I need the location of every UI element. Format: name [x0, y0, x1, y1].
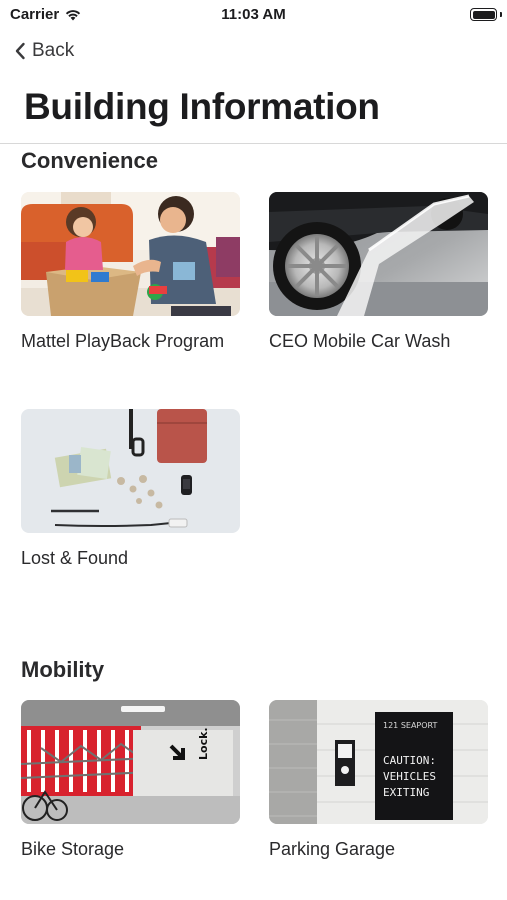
card-label: Lost & Found: [21, 548, 129, 568]
chevron-left-icon: [15, 42, 25, 60]
status-time: 11:03 AM: [221, 6, 286, 23]
lock-sign-text: Lock.: [197, 727, 210, 760]
card-ceo-car-wash[interactable]: CEO Mobile Car Wash: [269, 192, 488, 353]
card-parking-garage[interactable]: 121 SEAPORT CAUTION: VEHICLES EXITING Pa…: [269, 700, 488, 861]
card-lost-found[interactable]: Lost & Found: [21, 409, 240, 570]
bike-storage-image: Lock.: [21, 700, 240, 824]
status-bar: Carrier 11:03 AM: [0, 0, 507, 30]
battery-icon: [470, 8, 497, 21]
back-label: Back: [32, 40, 75, 61]
parking-garage-image: 121 SEAPORT CAUTION: VEHICLES EXITING: [269, 700, 488, 824]
page-title: Building Information: [24, 86, 380, 127]
garage-sign-line-1: CAUTION:: [383, 754, 436, 767]
garage-sign-brand: 121 SEAPORT: [383, 721, 438, 730]
header-divider: [0, 143, 507, 144]
garage-sign-line-3: EXITING: [383, 786, 429, 799]
card-label: Bike Storage: [21, 839, 125, 859]
card-label: Mattel PlayBack Program: [21, 331, 225, 351]
card-bike-storage[interactable]: Lock. Bike Storage: [21, 700, 240, 861]
card-label: CEO Mobile Car Wash: [269, 331, 451, 351]
section-title-mobility: Mobility: [21, 657, 105, 682]
battery-cap: [500, 12, 502, 17]
card-mattel-playback[interactable]: Mattel PlayBack Program: [21, 192, 240, 353]
mattel-playback-image: [21, 192, 240, 316]
garage-sign-line-2: VEHICLES: [383, 770, 436, 783]
back-button[interactable]: Back: [14, 40, 74, 62]
section-title-convenience: Convenience: [21, 148, 158, 173]
lost-found-image: [21, 409, 240, 533]
card-label: Parking Garage: [269, 839, 396, 859]
car-wash-image: [269, 192, 488, 316]
